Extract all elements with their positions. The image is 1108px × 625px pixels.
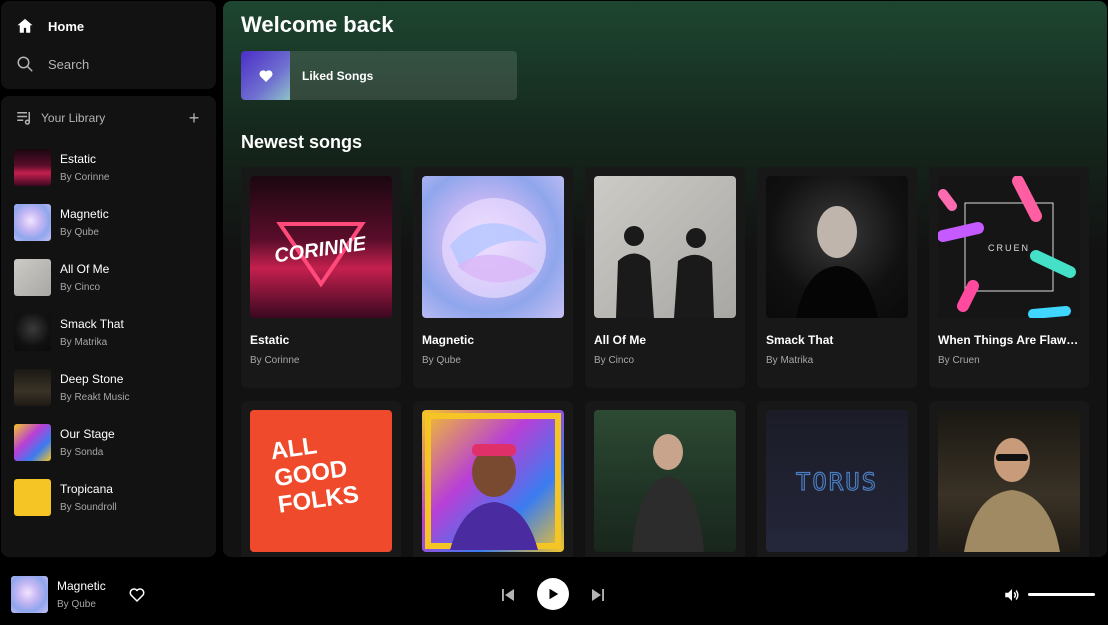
library-item-magnetic[interactable]: Magnetic By Qube [14, 195, 216, 250]
liked-songs-label: Liked Songs [302, 68, 374, 83]
liked-songs-tile[interactable]: Liked Songs [241, 51, 517, 100]
now-playing-artist[interactable]: By Qube [57, 599, 96, 610]
nav-search[interactable]: Search [1, 45, 216, 83]
song-card-artist: By Qube [422, 355, 461, 366]
section-title: Newest songs [241, 132, 363, 152]
song-card-art: TORUS [766, 410, 908, 552]
song-card-portrait[interactable] [929, 401, 1089, 557]
song-card-estatic[interactable]: CORINNE Estatic By Corinne [241, 167, 401, 388]
volume-slider[interactable] [1028, 593, 1095, 596]
song-card-magnetic[interactable]: Magnetic By Qube [413, 167, 573, 388]
library-item-title: All Of Me [60, 262, 110, 276]
main-content: Welcome back Liked Songs Newest songs CO… [223, 1, 1107, 557]
library-item-artist: By Sonda [60, 447, 104, 458]
home-icon [16, 17, 34, 35]
library-item-title: Smack That [60, 317, 124, 331]
search-icon [16, 55, 34, 73]
library-item-estatic[interactable]: Estatic By Corinne [14, 140, 216, 195]
library-item-cover [14, 479, 51, 516]
next-track-icon[interactable] [589, 586, 607, 604]
nav-home[interactable]: Home [1, 7, 216, 45]
song-card-all-good-folks[interactable]: ALL GOOD FOLKS [241, 401, 401, 557]
song-card-title: Estatic [250, 333, 290, 347]
library-item-title: Magnetic [60, 207, 109, 221]
library-item-artist: By Matrika [60, 337, 108, 348]
library-item-artist: By Reakt Music [60, 392, 130, 403]
library-item-title: Deep Stone [60, 372, 124, 386]
now-playing-cover [11, 576, 48, 613]
library-item-cover [14, 369, 51, 406]
song-card-deep-stone[interactable] [585, 401, 745, 557]
song-card-our-stage[interactable] [413, 401, 573, 557]
play-icon [549, 588, 559, 600]
song-card-title: All Of Me [594, 333, 647, 347]
song-card-all-of-me[interactable]: All Of Me By Cinco [585, 167, 745, 388]
library-item-cover [14, 149, 51, 186]
song-card-art: CORINNE [250, 176, 392, 318]
art-text: CRUEN [988, 243, 1030, 253]
song-card-title: Magnetic [422, 333, 475, 347]
song-card-artist: By Matrika [766, 355, 814, 366]
song-card-art: ALL GOOD FOLKS [250, 410, 392, 552]
art-text: ALL GOOD FOLKS [268, 432, 361, 519]
library-item-artist: By Qube [60, 227, 99, 238]
library-item-cover [14, 314, 51, 351]
song-card-smack-that[interactable]: Smack That By Matrika [757, 167, 917, 388]
player-bar: Magnetic By Qube [0, 562, 1108, 625]
sidebar-nav: Home Search [1, 1, 216, 89]
library-icon [15, 109, 33, 127]
library-item-cover [14, 204, 51, 241]
song-card-torus[interactable]: TORUS [757, 401, 917, 557]
library-item-deep-stone[interactable]: Deep Stone By Reakt Music [14, 360, 216, 415]
song-grid: CORINNE Estatic By Corinne Magnetic By Q… [241, 167, 1089, 557]
library-item-cover [14, 424, 51, 461]
library-item-artist: By Corinne [60, 172, 110, 183]
song-card-title: Smack That [766, 333, 834, 347]
song-card-art [766, 176, 908, 318]
library-item-all-of-me[interactable]: All Of Me By Cinco [14, 250, 216, 305]
volume-icon[interactable] [1003, 586, 1021, 604]
library-panel: Your Library + Estatic By Corinne Magneti… [1, 96, 216, 557]
song-card-art [422, 176, 564, 318]
library-title[interactable]: Your Library [41, 111, 186, 125]
song-card-artist: By Cruen [938, 355, 980, 366]
song-card-art [594, 176, 736, 318]
add-playlist-icon[interactable]: + [186, 109, 202, 127]
library-header: Your Library + [1, 96, 216, 140]
nav-home-label: Home [48, 18, 85, 34]
library-item-artist: By Cinco [60, 282, 101, 293]
library-item-title: Estatic [60, 152, 97, 166]
like-heart-icon[interactable] [128, 586, 146, 604]
song-card-art [422, 410, 564, 552]
song-card-when-things-are-flawless[interactable]: CRUEN When Things Are Flawless By Cruen [929, 167, 1089, 388]
heart-icon [258, 69, 273, 82]
liked-songs-cover [241, 51, 290, 100]
now-playing-title[interactable]: Magnetic [57, 579, 106, 593]
song-card-art: CRUEN [938, 176, 1080, 318]
library-item-artist: By Soundroll [60, 502, 117, 513]
library-item-smack-that[interactable]: Smack That By Matrika [14, 305, 216, 360]
play-button[interactable] [537, 578, 569, 610]
song-card-art [938, 410, 1080, 552]
library-item-tropicana[interactable]: Tropicana By Soundroll [14, 470, 216, 525]
volume-slider-fill [1028, 593, 1095, 596]
previous-track-icon[interactable] [499, 586, 517, 604]
page-title: Welcome back [241, 12, 394, 37]
art-text: TORUS [796, 468, 878, 496]
library-item-our-stage[interactable]: Our Stage By Sonda [14, 415, 216, 470]
nav-search-label: Search [48, 56, 90, 72]
song-card-title: When Things Are Flawless [938, 333, 1080, 347]
song-card-artist: By Corinne [250, 355, 300, 366]
song-card-art [594, 410, 736, 552]
library-item-cover [14, 259, 51, 296]
library-list: Estatic By Corinne Magnetic By Qube All Of… [1, 140, 216, 525]
song-card-artist: By Cinco [594, 355, 635, 366]
library-item-title: Our Stage [60, 427, 115, 441]
library-item-title: Tropicana [60, 482, 113, 496]
